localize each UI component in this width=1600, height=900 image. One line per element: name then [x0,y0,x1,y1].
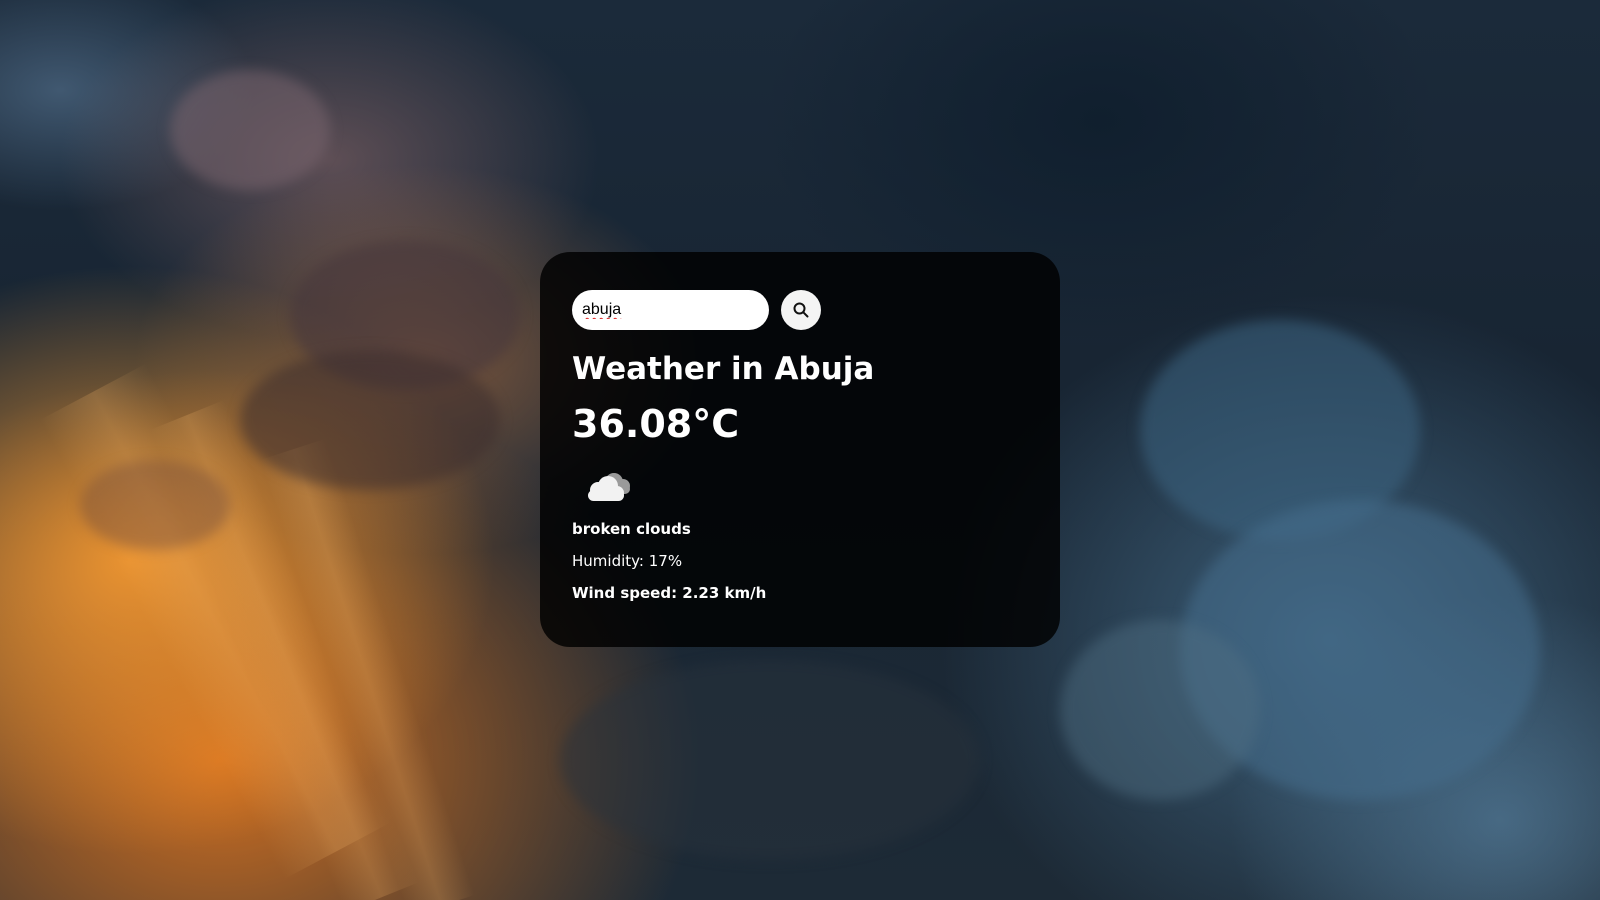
cloud [240,350,500,490]
city-title: Weather in Abuja [572,351,875,387]
cloud [170,70,330,190]
broken-clouds-icon [588,473,630,501]
cloud [1060,620,1260,800]
cloud [560,660,980,860]
weather-card: Weather in Abuja 36.08°C broken clouds H… [540,252,1060,647]
search-icon [793,302,809,318]
search-button[interactable] [781,290,821,330]
cloud [80,460,230,550]
search-input[interactable] [572,290,769,330]
weather-description: broken clouds [572,520,691,538]
search-bar [572,290,1028,330]
wind-speed-value: Wind speed: 2.23 km/h [572,584,767,602]
humidity-value: Humidity: 17% [572,552,683,570]
temperature: 36.08°C [572,402,740,446]
